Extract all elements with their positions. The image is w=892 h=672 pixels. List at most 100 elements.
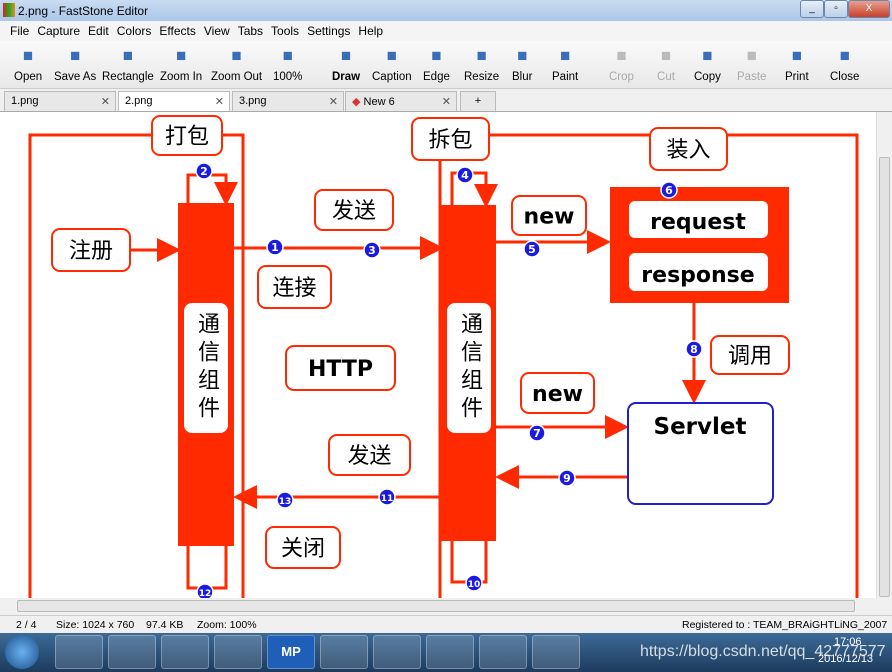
- caption-button[interactable]: ■ Caption: [372, 45, 412, 83]
- taskbar-app-7[interactable]: [373, 635, 421, 669]
- image-canvas: request response Servlet 打包 拆包 装入 发送 new 注册 连接 HTT…: [0, 112, 876, 598]
- taskbar-app-4[interactable]: [214, 635, 262, 669]
- close-tab-icon[interactable]: ✕: [442, 95, 451, 108]
- step-13-label: 13: [279, 497, 292, 507]
- toolbar-label: Paste: [737, 71, 767, 83]
- toolbar: ■ Open ■ Save As ■ Rectangle ■ Zoom In ■ Zoom Out…: [0, 41, 892, 89]
- toolbar-label: Print: [785, 71, 809, 83]
- toolbar-label: Rectangle: [102, 71, 154, 83]
- cut-button[interactable]: ■ Cut: [656, 45, 676, 83]
- taskbar-app-6[interactable]: [320, 635, 368, 669]
- toolbar-label: Draw: [332, 71, 361, 83]
- tab-2-png[interactable]: 2.png ✕: [118, 91, 230, 111]
- rectangle-button[interactable]: ■ Rectangle: [102, 45, 154, 83]
- tab-label: New 6: [363, 96, 395, 108]
- modified-icon: ◆: [352, 96, 364, 108]
- register-callout: 注册: [69, 239, 113, 264]
- load-callout: 装入: [666, 138, 710, 163]
- minimize-button[interactable]: _: [800, 0, 824, 18]
- zoom-in-button[interactable]: ■ Zoom In: [160, 45, 202, 83]
- toolbar-label: Open: [14, 71, 43, 83]
- menu-effects[interactable]: Effects: [159, 24, 195, 38]
- comm-component-left-label: 通信组件: [184, 303, 228, 433]
- taskbar-app-9[interactable]: [479, 635, 527, 669]
- comm-component-right-label: 通信组件: [447, 303, 491, 433]
- horizontal-scrollbar[interactable]: [0, 598, 892, 615]
- toolbar-label: Zoom Out: [211, 71, 263, 83]
- paste-icon: ■: [746, 46, 757, 65]
- step-7-label: 7: [533, 427, 541, 440]
- menu-file[interactable]: File: [10, 24, 29, 38]
- draw-button[interactable]: ■ Draw: [332, 45, 360, 83]
- close-callout: 关闭: [281, 537, 325, 562]
- close-button[interactable]: ■ Close: [830, 45, 859, 83]
- menu-colors[interactable]: Colors: [117, 24, 152, 38]
- copy-button[interactable]: ■ Copy: [694, 45, 721, 83]
- paste-button[interactable]: ■ Paste: [737, 45, 766, 83]
- caption-icon: ■: [386, 46, 397, 65]
- taskbar-app-8[interactable]: [426, 635, 474, 669]
- menu-help[interactable]: Help: [358, 24, 383, 38]
- taskbar-app-10[interactable]: [532, 635, 580, 669]
- maximize-button[interactable]: ▫: [824, 0, 848, 18]
- new-callout-top: new: [524, 205, 575, 230]
- zoom-level: Zoom: 100%: [197, 619, 257, 631]
- start-button[interactable]: [5, 635, 39, 669]
- open-button[interactable]: ■ Open: [14, 45, 42, 83]
- taskbar-app-2[interactable]: [108, 635, 156, 669]
- toolbar-label: Edge: [423, 71, 450, 83]
- http-callout: HTTP: [308, 357, 373, 382]
- toolbar-label: Resize: [464, 71, 500, 83]
- response-label: response: [641, 263, 754, 288]
- toolbar-label: Cut: [657, 71, 675, 83]
- toolbar-label: Paint: [552, 71, 579, 83]
- close-window-button[interactable]: X: [848, 0, 890, 18]
- step-10-label: 10: [468, 580, 481, 590]
- menu-view[interactable]: View: [204, 24, 230, 38]
- vertical-scrollbar[interactable]: [876, 112, 892, 598]
- clock-time: 17:06: [834, 636, 862, 648]
- toolbar-label: Close: [830, 71, 860, 83]
- blur-button[interactable]: ■ Blur: [512, 45, 532, 83]
- new-callout-bottom: new: [532, 382, 583, 407]
- tab-1-png[interactable]: 1.png ✕: [4, 91, 116, 111]
- connect-callout: 连接: [272, 276, 316, 301]
- crop-button[interactable]: ■ Crop: [609, 45, 634, 83]
- resize-button[interactable]: ■ Resize: [464, 45, 499, 83]
- tab-label: 1.png: [11, 95, 39, 107]
- close-tab-icon[interactable]: ✕: [215, 95, 224, 108]
- print-button[interactable]: ■ Print: [785, 45, 809, 83]
- step-5-label: 5: [528, 243, 536, 256]
- taskbar-app-3[interactable]: [161, 635, 209, 669]
- step-12-label: 12: [199, 589, 212, 598]
- menu-tabs[interactable]: Tabs: [238, 24, 263, 38]
- image-size: Size: 1024 x 760: [56, 619, 135, 631]
- step-11-label: 11: [381, 494, 394, 504]
- 100--button[interactable]: ■ 100%: [273, 45, 302, 83]
- close-tab-icon[interactable]: ✕: [101, 95, 110, 108]
- taskbar-app-5[interactable]: MP: [267, 635, 315, 669]
- zoom-100-icon: ■: [282, 46, 293, 65]
- tab-new-6[interactable]: ◆ New 6 ✕: [345, 91, 457, 111]
- zoom-out-button[interactable]: ■ Zoom Out: [211, 45, 262, 83]
- diagram: request response Servlet 打包 拆包 装入发送 new 注册连接 HTT…: [28, 115, 859, 598]
- paint-button[interactable]: ■ Paint: [552, 45, 578, 83]
- tab-3-png[interactable]: 3.png ✕: [232, 91, 344, 111]
- open-folder-icon: ■: [22, 46, 34, 65]
- step-8-label: 8: [690, 343, 698, 356]
- save-as-button[interactable]: ■ Save As: [54, 45, 96, 83]
- toolbar-label: Blur: [512, 71, 533, 83]
- new-tab-button[interactable]: +: [460, 91, 496, 111]
- menu-tools[interactable]: Tools: [271, 24, 299, 38]
- app-icon: [3, 3, 15, 17]
- menu-settings[interactable]: Settings: [307, 24, 350, 38]
- taskbar-app-1[interactable]: [55, 635, 103, 669]
- menu-edit[interactable]: Edit: [88, 24, 109, 38]
- menu-capture[interactable]: Capture: [37, 24, 80, 38]
- window-title: 2.png - FastStone Editor: [18, 3, 149, 18]
- step-9-label: 9: [563, 472, 571, 485]
- step-6-label: 6: [665, 184, 673, 197]
- step-1-label: 1: [271, 241, 279, 254]
- close-tab-icon[interactable]: ✕: [329, 95, 338, 108]
- edge-button[interactable]: ■ Edge: [423, 45, 450, 83]
